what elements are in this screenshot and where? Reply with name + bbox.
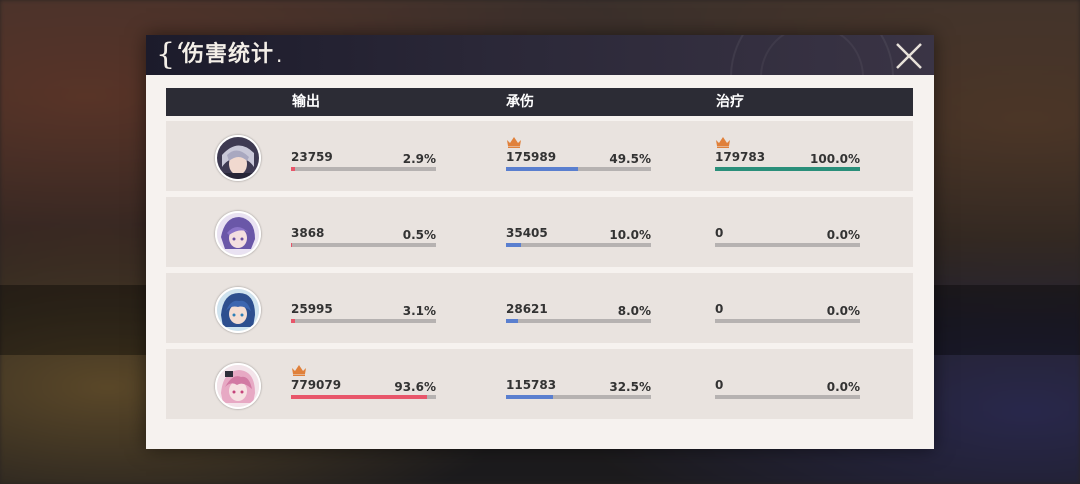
crown-icon	[292, 365, 306, 376]
character-avatar[interactable]	[215, 211, 261, 257]
tank-value: 115783	[506, 378, 557, 392]
tank-stat: 28621 8.0%	[506, 273, 651, 343]
heal-stat: 0 0.0%	[715, 273, 860, 343]
heal-percent: 0.0%	[826, 228, 860, 242]
output-stat: 779079 93.6%	[291, 349, 436, 419]
column-header-row: 输出 承伤 治疗	[166, 88, 913, 116]
panel-title: 伤害统计	[182, 41, 275, 67]
close-icon	[896, 43, 922, 69]
output-bar-fill	[291, 167, 296, 171]
character-avatar[interactable]	[215, 135, 261, 181]
tank-bar-track	[506, 243, 651, 247]
tank-bar-fill	[506, 167, 578, 171]
tank-percent: 49.5%	[609, 152, 651, 166]
heal-value: 0	[715, 378, 724, 392]
close-button[interactable]	[892, 39, 926, 73]
stats-row-1: 23759 2.9% 175989 49.5% 179783 100.0%	[166, 121, 913, 191]
heal-value: 0	[715, 226, 724, 240]
heal-bar-track	[715, 395, 860, 399]
output-bar-fill	[291, 395, 427, 399]
tank-bar-fill	[506, 395, 554, 399]
heal-stat: 179783 100.0%	[715, 121, 860, 191]
stats-row-4: 779079 93.6% 115783 32.5% 0 0.0%	[166, 349, 913, 419]
title-brace-ornament: {‘	[156, 37, 185, 72]
tank-bar-track	[506, 319, 651, 323]
output-bar-track	[291, 243, 436, 247]
tank-value: 35405	[506, 226, 548, 240]
avatar-image	[217, 365, 259, 407]
heal-stat: 0 0.0%	[715, 349, 860, 419]
output-bar-track	[291, 395, 436, 399]
output-percent: 0.5%	[402, 228, 436, 242]
output-bar-fill	[291, 319, 296, 323]
output-value: 23759	[291, 150, 333, 164]
tank-bar-track	[506, 395, 651, 399]
column-header-heal: 治疗	[716, 94, 744, 110]
tank-value: 28621	[506, 302, 548, 316]
column-header-output: 输出	[292, 94, 320, 110]
output-value: 25995	[291, 302, 333, 316]
heal-value: 0	[715, 302, 724, 316]
character-avatar[interactable]	[215, 363, 261, 409]
output-value: 3868	[291, 226, 325, 240]
output-bar-track	[291, 319, 436, 323]
heal-bar-track	[715, 243, 860, 247]
heal-bar-track	[715, 167, 860, 171]
heal-bar-track	[715, 319, 860, 323]
tank-stat: 175989 49.5%	[506, 121, 651, 191]
output-stat: 25995 3.1%	[291, 273, 436, 343]
stats-row-2: 3868 0.5% 35405 10.0% 0 0.0%	[166, 197, 913, 267]
avatar-image	[217, 289, 259, 331]
output-percent: 93.6%	[394, 380, 436, 394]
output-percent: 2.9%	[402, 152, 436, 166]
output-bar-track	[291, 167, 436, 171]
title-bar: {‘ 伤害统计 .	[146, 35, 934, 75]
stats-row-3: 25995 3.1% 28621 8.0% 0 0.0%	[166, 273, 913, 343]
title-dot-ornament: .	[276, 43, 283, 67]
tank-bar-fill	[506, 243, 521, 247]
output-value: 779079	[291, 378, 342, 392]
avatar-image	[217, 213, 259, 255]
damage-stats-panel: {‘ 伤害统计 . 输出 承伤 治疗 23759 2.9% 175989 49.…	[146, 35, 934, 449]
tank-value: 175989	[506, 150, 557, 164]
tank-percent: 10.0%	[609, 228, 651, 242]
heal-percent: 100.0%	[810, 152, 860, 166]
heal-bar-fill	[715, 167, 860, 171]
output-bar-fill	[291, 243, 292, 247]
tank-stat: 115783 32.5%	[506, 349, 651, 419]
tank-stat: 35405 10.0%	[506, 197, 651, 267]
tank-percent: 32.5%	[609, 380, 651, 394]
tank-bar-fill	[506, 319, 518, 323]
column-header-tank: 承伤	[506, 94, 534, 110]
crown-icon	[716, 137, 730, 148]
output-stat: 23759 2.9%	[291, 121, 436, 191]
output-stat: 3868 0.5%	[291, 197, 436, 267]
heal-value: 179783	[715, 150, 766, 164]
output-percent: 3.1%	[402, 304, 436, 318]
tank-percent: 8.0%	[617, 304, 651, 318]
tank-bar-track	[506, 167, 651, 171]
heal-stat: 0 0.0%	[715, 197, 860, 267]
heal-percent: 0.0%	[826, 380, 860, 394]
character-avatar[interactable]	[215, 287, 261, 333]
crown-icon	[507, 137, 521, 148]
heal-percent: 0.0%	[826, 304, 860, 318]
avatar-image	[217, 137, 259, 179]
title-decoration	[760, 35, 864, 75]
